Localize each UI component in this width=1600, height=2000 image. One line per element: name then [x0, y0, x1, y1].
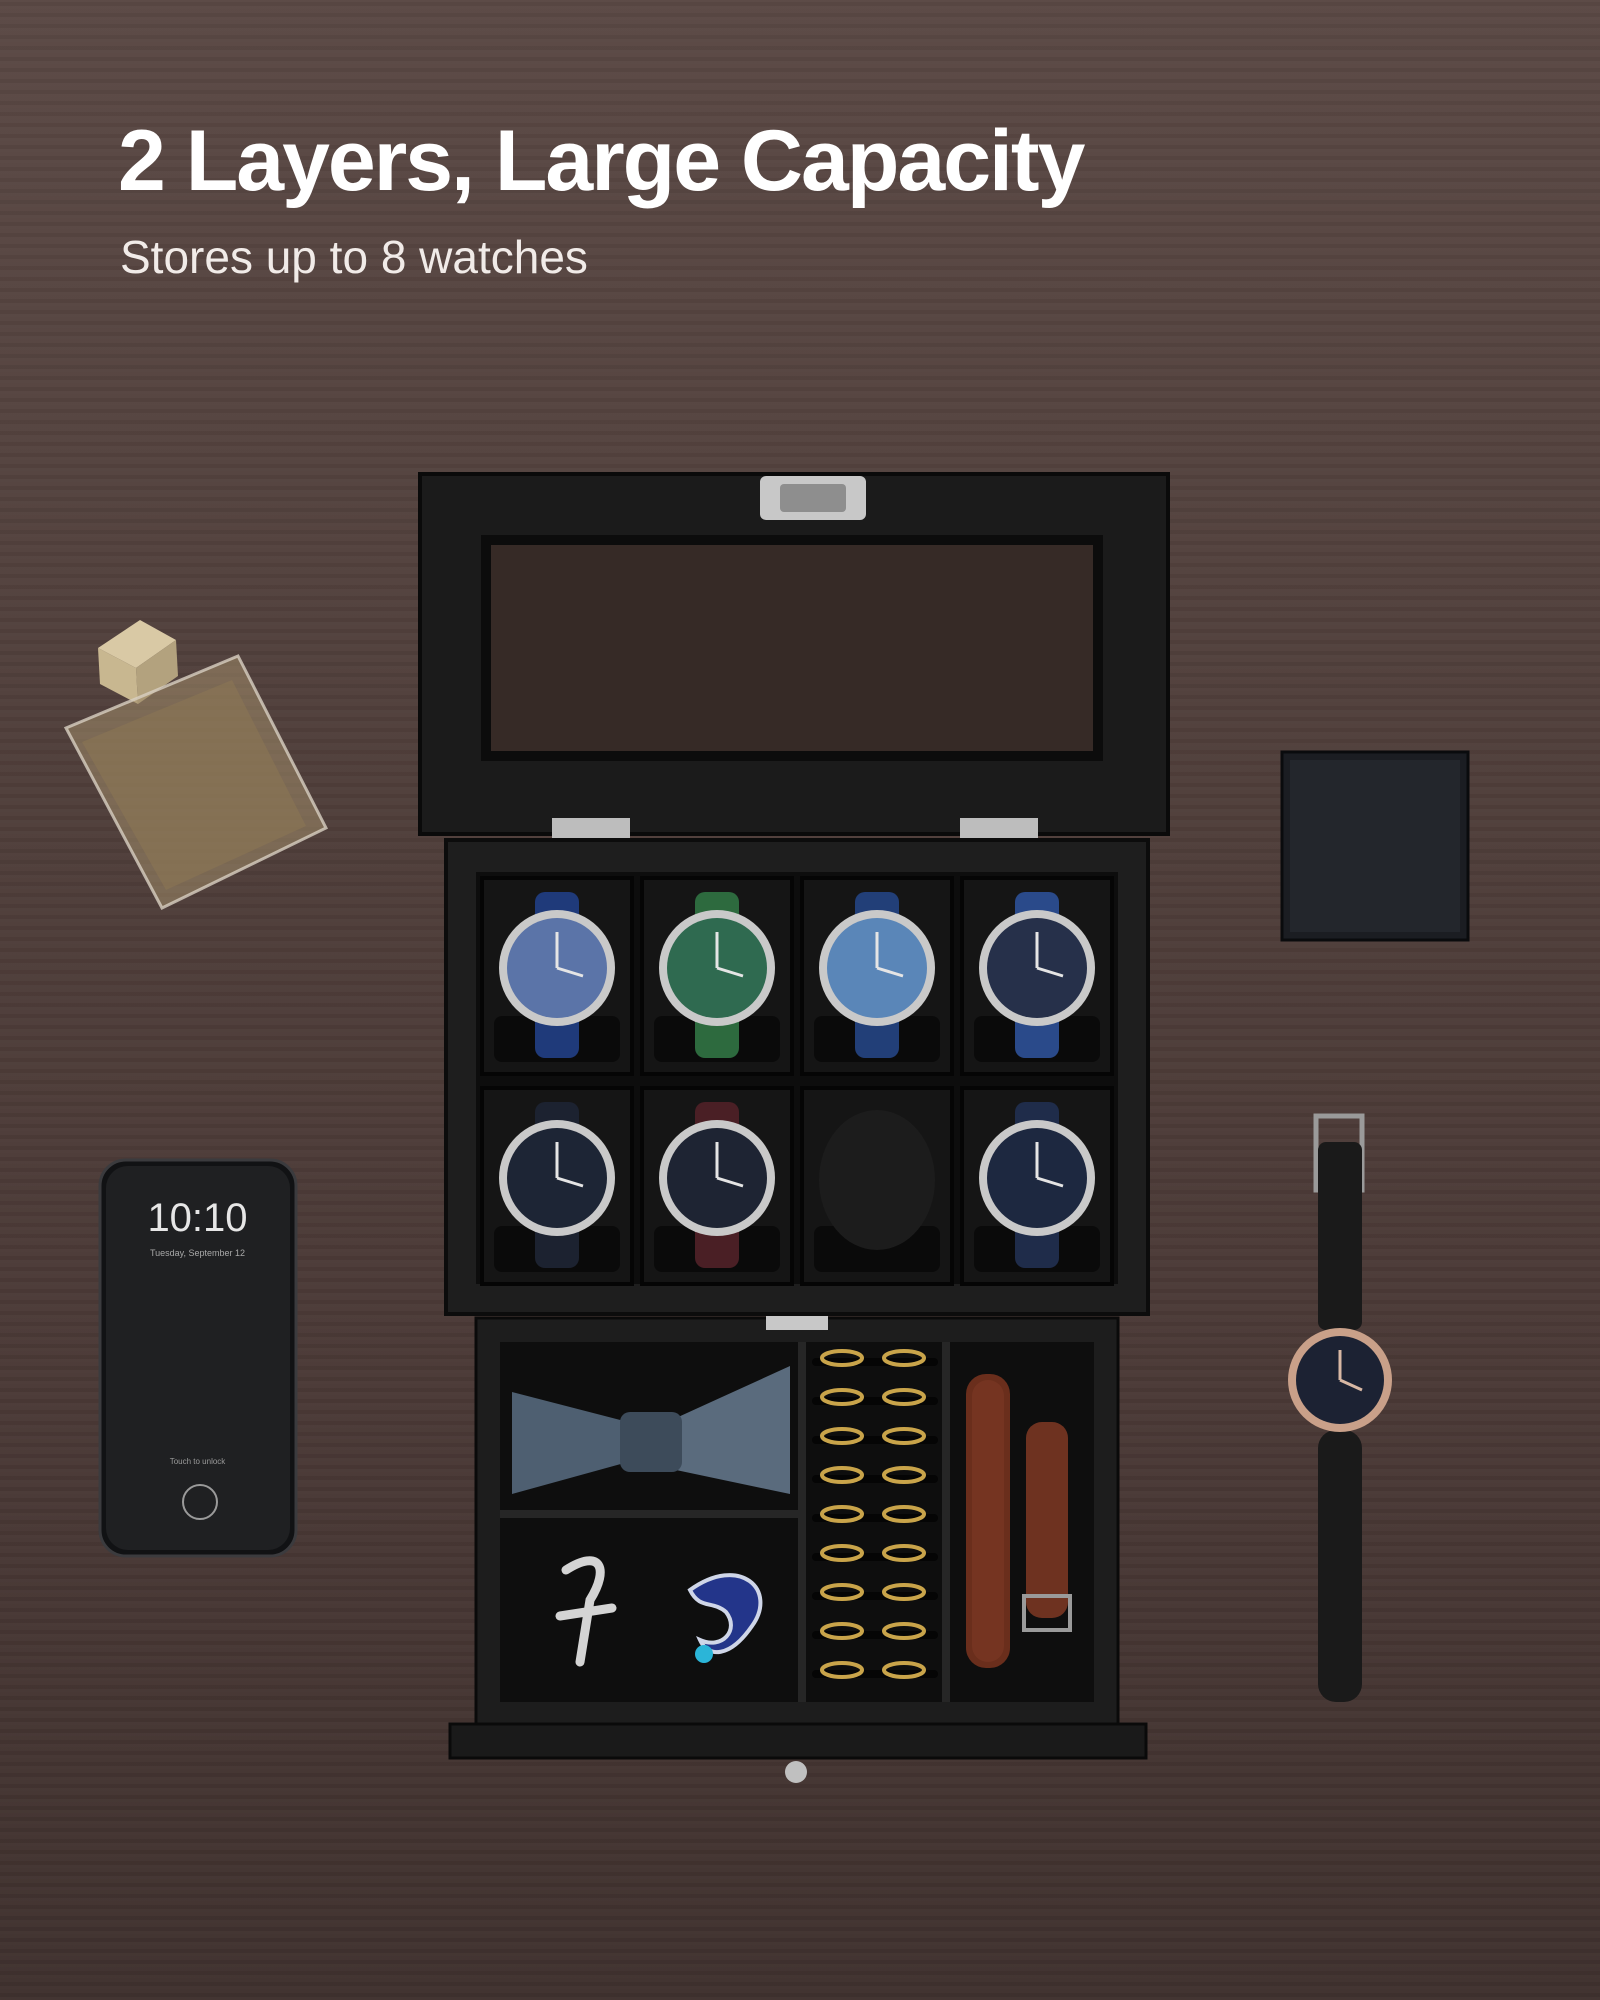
phone-date: Tuesday, September 12: [149, 1248, 246, 1258]
watch-slot: [960, 876, 1114, 1076]
loose-wristwatch: [1288, 1113, 1392, 1702]
gift-box: [1280, 750, 1470, 942]
spare-strap-brown-buckle: [1022, 1422, 1072, 1632]
phone-clock: 10:10: [147, 1196, 248, 1240]
perfume-bottle: [63, 620, 329, 910]
watch-slot: [800, 876, 954, 1076]
watch-slot: [480, 1086, 634, 1286]
watch-slot: [640, 1086, 794, 1286]
drawer-knob-icon: [785, 1761, 807, 1783]
phone-unlock-hint: Touch to unlock: [169, 1457, 226, 1466]
watch-slot: [640, 876, 794, 1076]
spare-strap-brown: [966, 1374, 1010, 1668]
jewelry-box-lid: [418, 472, 1170, 836]
watch-slot: [480, 876, 634, 1076]
watch-slot: [800, 1086, 954, 1286]
drawer-clasp: [766, 1316, 828, 1330]
glass-window: [486, 540, 1098, 756]
watch-slot: [960, 1086, 1114, 1286]
product-scene: [63, 472, 1470, 1783]
